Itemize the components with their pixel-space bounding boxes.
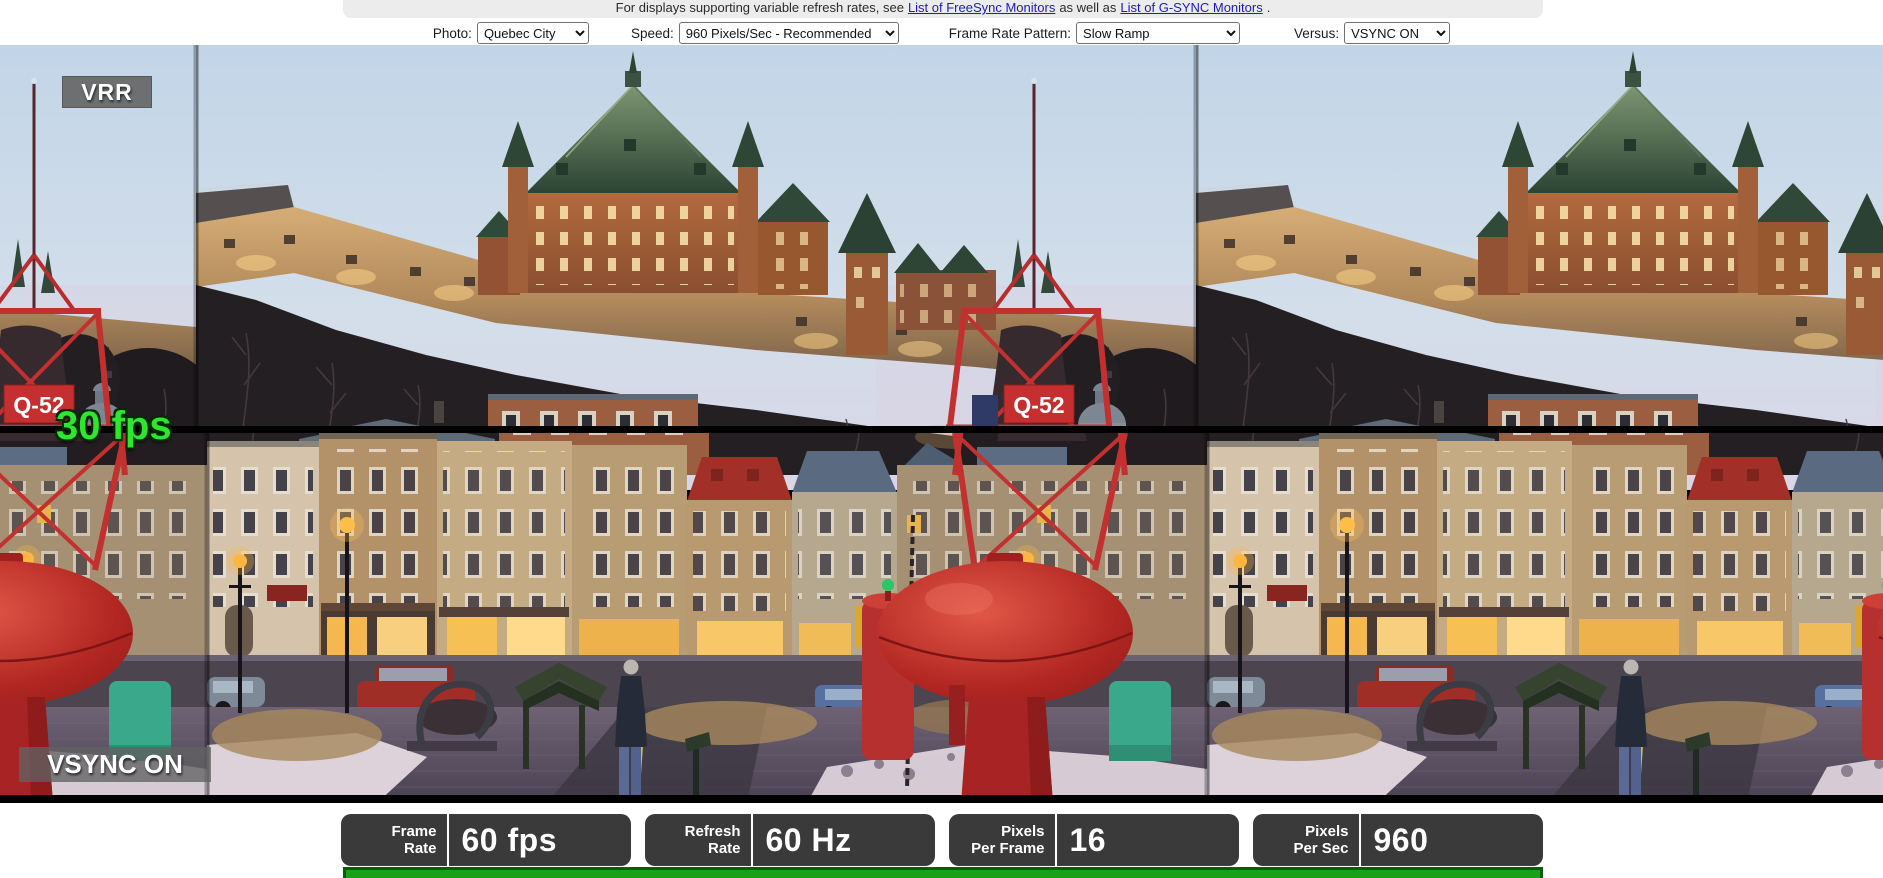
freesync-monitors-link[interactable]: List of FreeSync Monitors [908,0,1055,15]
photo-select[interactable]: Quebec City [477,22,589,44]
refresh-rate-stat-label: Refresh Rate [645,814,751,866]
testufo-page: Q-52 [0,0,1883,878]
controls-row: Photo: Quebec City Speed: 960 Pixels/Sec… [0,21,1883,45]
speed-select[interactable]: 960 Pixels/Sec - Recommended [679,22,899,44]
notice-text-middle: as well as [1059,0,1116,15]
speed-label: Speed: [631,26,674,41]
notice-text-prefix: For displays supporting variable refresh… [616,0,904,15]
photo-bottom-edge [0,795,1883,803]
strip-divider-line [0,426,1883,433]
frame-rate-pattern-select[interactable]: Slow Ramp [1076,22,1240,44]
fps-indicator: 30 fps [56,404,172,449]
vsync-strip [0,433,1883,795]
notice-text-suffix: . [1267,0,1271,15]
pixels-per-frame-stat-label: Pixels Per Frame [949,814,1055,866]
photo-label: Photo: [433,26,472,41]
photo-tile [196,45,1196,426]
speed-control: Speed: 960 Pixels/Sec - Recommended [631,22,899,44]
frame-rate-stat: Frame Rate 60 fps [341,814,631,866]
vrr-strip [0,45,1883,426]
frame-rate-pattern-control: Frame Rate Pattern: Slow Ramp [949,22,1240,44]
pixels-per-sec-stat-label: Pixels Per Sec [1253,814,1359,866]
refresh-rate-stat-value: 60 Hz [753,814,935,866]
notice-bar: For displays supporting variable refresh… [343,0,1543,18]
photo-tile [1196,45,1883,426]
vrr-strip-label: VRR [62,76,152,108]
photo-control: Photo: Quebec City [433,22,589,44]
pixels-per-frame-stat-value: 16 [1057,814,1239,866]
versus-select[interactable]: VSYNC ON [1344,22,1450,44]
versus-control: Versus: VSYNC ON [1294,22,1450,44]
frame-rate-stat-label: Frame Rate [341,814,447,866]
gsync-monitors-link[interactable]: List of G-SYNC Monitors [1120,0,1262,15]
refresh-rate-stat: Refresh Rate 60 Hz [645,814,935,866]
frame-rate-stat-value: 60 fps [449,814,631,866]
pixels-per-frame-stat: Pixels Per Frame 16 [949,814,1239,866]
scrolling-photo-test-area [0,45,1883,803]
pixels-per-sec-stat: Pixels Per Sec 960 [1253,814,1543,866]
frame-rate-pattern-label: Frame Rate Pattern: [949,26,1071,41]
green-section-top-border [343,867,1543,878]
photo-tile [0,433,207,795]
pixels-per-sec-stat-value: 960 [1361,814,1543,866]
photo-tile [207,433,1207,795]
vsync-strip-label: VSYNC ON [19,747,211,782]
versus-label: Versus: [1294,26,1339,41]
photo-tile [1207,433,1883,795]
stats-row: Frame Rate 60 fps Refresh Rate 60 Hz Pix… [0,814,1883,866]
